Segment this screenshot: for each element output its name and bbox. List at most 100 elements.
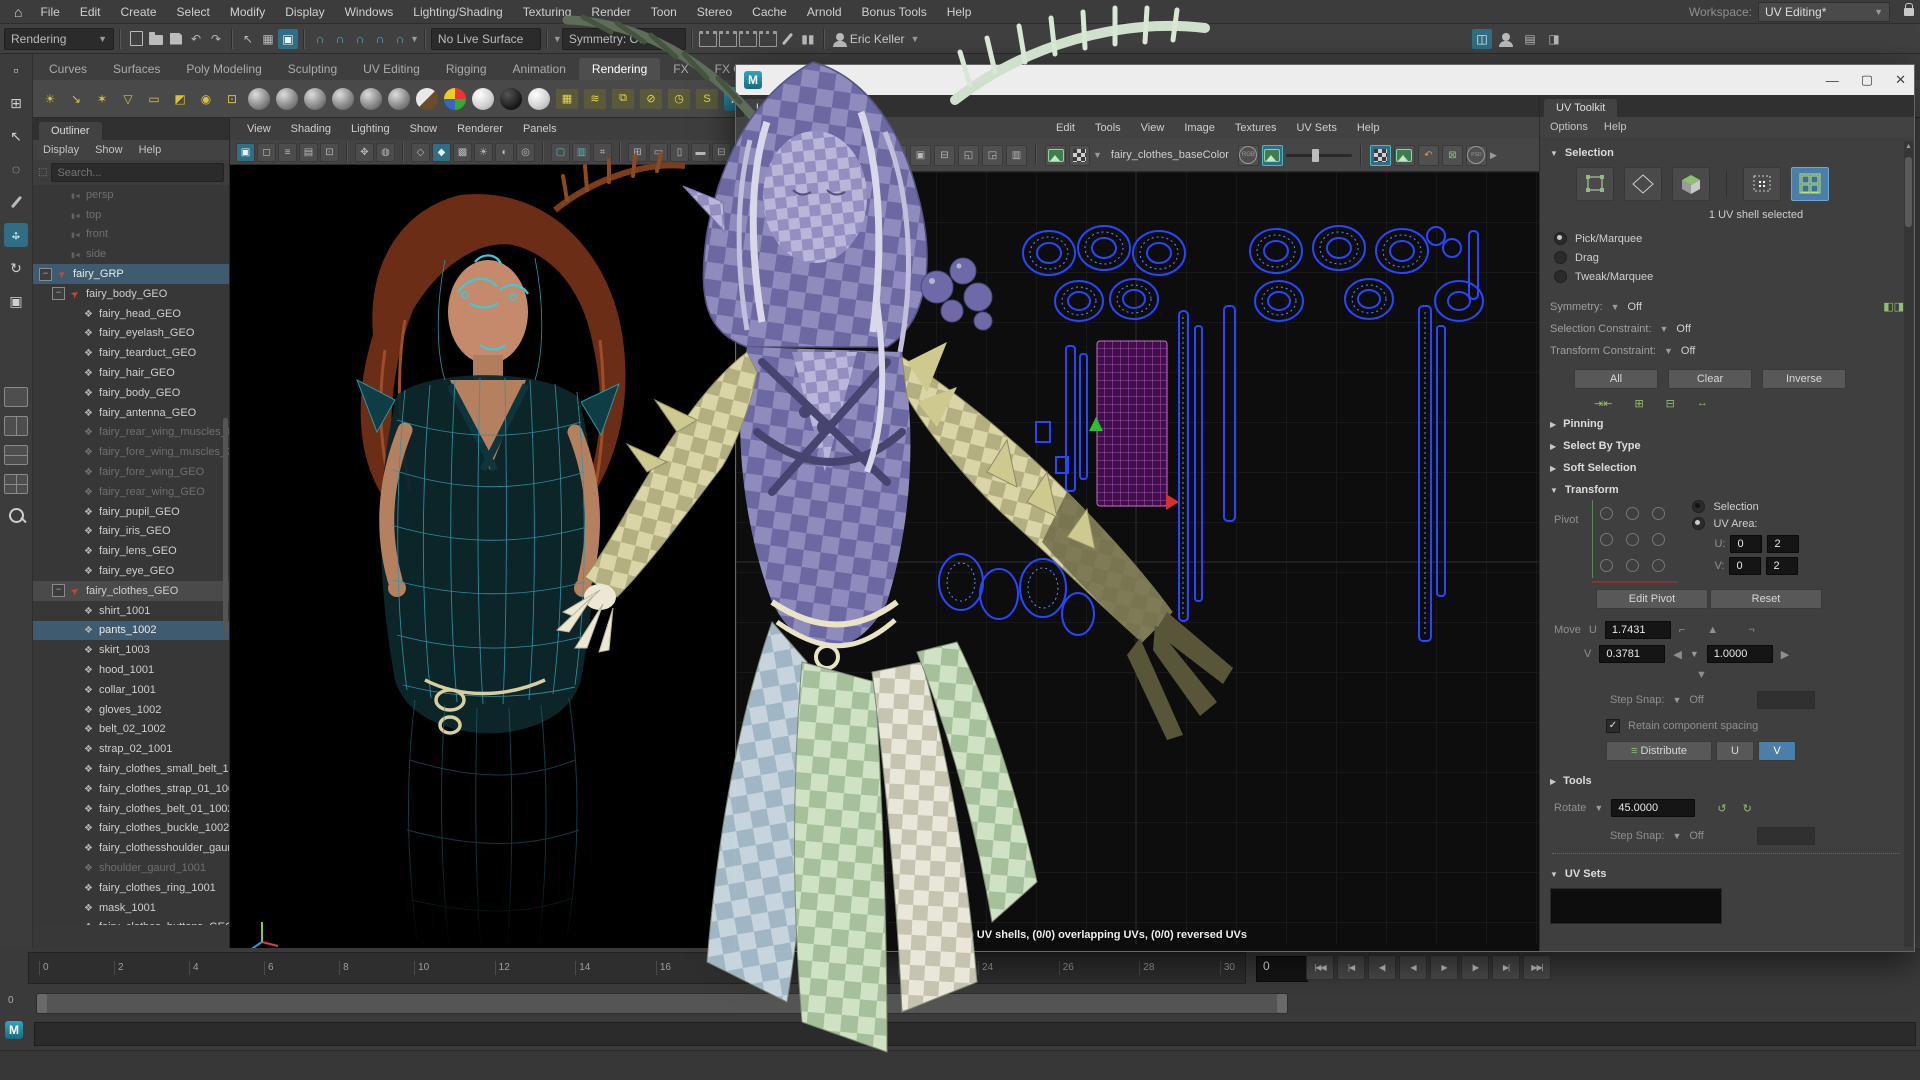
- undo-icon[interactable]: ↶: [186, 29, 206, 49]
- workspace-lock-icon[interactable]: [1904, 8, 1914, 16]
- pivot-selection-radio[interactable]: [1692, 500, 1705, 513]
- outliner-item[interactable]: − gloves_1002: [33, 700, 229, 720]
- shelf-tab[interactable]: Rigging: [433, 58, 500, 80]
- distribute-v-button[interactable]: V: [1758, 741, 1796, 761]
- standard-surface-shader-ball-icon[interactable]: [248, 88, 270, 110]
- move-down-arrow[interactable]: ▼: [1696, 669, 1707, 681]
- pause-icon[interactable]: ▮▮: [798, 29, 818, 49]
- uv-editor-menu-item[interactable]: UV Sets: [1286, 122, 1346, 134]
- uv-editor-menu-item[interactable]: Edit: [1046, 122, 1085, 134]
- marquee-mode-option[interactable]: Pick/Marquee: [1548, 229, 1904, 248]
- menu-item[interactable]: Display: [275, 5, 334, 19]
- uv-toolkit-menu-item[interactable]: Help: [1604, 121, 1627, 133]
- move-tool-icon[interactable]: ↔↕: [4, 223, 28, 247]
- workspace-selector[interactable]: Workspace: UV Editing*▼: [1689, 2, 1890, 22]
- save-scene-icon[interactable]: [166, 29, 186, 49]
- menu-item[interactable]: Help: [937, 5, 982, 19]
- select-shell-icon[interactable]: ⊟: [1666, 397, 1675, 410]
- spot-light-icon[interactable]: ▽: [118, 89, 138, 109]
- uv-editor-menu-item[interactable]: Help: [1347, 122, 1390, 134]
- uv-distortion-icon[interactable]: ◩: [838, 145, 859, 166]
- collapsed-section-header[interactable]: ▶ Pinning: [1548, 412, 1904, 434]
- render-settings-icon[interactable]: [738, 29, 758, 49]
- command-line-input[interactable]: [34, 1022, 1916, 1046]
- uv-editor-menu-item[interactable]: Image: [1174, 122, 1225, 134]
- isolate-uv-icon[interactable]: ▥: [1006, 145, 1027, 166]
- viewport-menu-item[interactable]: Renderer: [448, 123, 512, 135]
- update-psd-icon[interactable]: ↶: [1418, 145, 1439, 166]
- lasso-tool-icon[interactable]: ◌: [4, 157, 28, 181]
- outliner-item[interactable]: − fairy_fore_wing_GEO: [33, 462, 229, 482]
- shelf-tab[interactable]: Curves: [36, 58, 100, 80]
- outliner-item[interactable]: − shoulder_gaurd_1001: [33, 858, 229, 878]
- render-sequence-s-icon[interactable]: S: [696, 89, 718, 109]
- outliner-item[interactable]: − fairy_fore_wing_muscles_GE: [33, 442, 229, 462]
- outliner-item[interactable]: − front: [33, 225, 229, 245]
- symmetry-value[interactable]: Off: [1627, 301, 1875, 313]
- menu-item[interactable]: Bonus Tools: [852, 5, 937, 19]
- outliner-item[interactable]: − mask_1001: [33, 898, 229, 918]
- render-sequence-icon[interactable]: [758, 29, 778, 49]
- selection-section-header[interactable]: ▼ Selection: [1548, 141, 1904, 163]
- shrink-selection-icon[interactable]: ⇥⇤: [1594, 397, 1612, 410]
- step-back-key-icon[interactable]: |◀: [1337, 955, 1365, 980]
- retain-spacing-checkbox[interactable]: ✓: [1606, 719, 1620, 733]
- move-left-arrow[interactable]: ◀: [1673, 648, 1681, 661]
- checker-map-toggle-icon[interactable]: [1370, 145, 1391, 166]
- lambert-shader-ball-icon[interactable]: [276, 88, 298, 110]
- attribute-editor-toggle-icon[interactable]: ▤: [1520, 29, 1540, 49]
- transform-section-header[interactable]: ▼ Transform: [1548, 478, 1904, 500]
- chevron-down-icon[interactable]: ▼: [1690, 649, 1699, 659]
- open-scene-icon[interactable]: [146, 29, 166, 49]
- filter-icon[interactable]: ⬚: [38, 167, 47, 178]
- move-up-arrow[interactable]: ▲: [1707, 624, 1718, 636]
- account-name[interactable]: Eric Keller: [850, 32, 905, 46]
- frame-selected-icon[interactable]: ◲: [982, 145, 1003, 166]
- outliner-item[interactable]: − fairy_clothes_belt_01_1002: [33, 799, 229, 819]
- v-min-field[interactable]: 0: [1729, 557, 1761, 575]
- pencil-shader-ball-icon[interactable]: [416, 88, 438, 110]
- chevron-down-icon[interactable]: ▼: [1672, 831, 1681, 841]
- chevron-down-icon[interactable]: ▼: [1664, 346, 1673, 356]
- modeling-toolkit-toggle-icon[interactable]: ◫: [1472, 29, 1492, 49]
- step-forward-key-icon[interactable]: ▶|: [1492, 955, 1520, 980]
- outliner-item[interactable]: − fairy_eyelash_GEO: [33, 324, 229, 344]
- render-disable-icon[interactable]: ⊘: [640, 89, 662, 109]
- paint-select-tool-icon[interactable]: [4, 190, 28, 214]
- rotate-cw-icon[interactable]: ↻: [1743, 802, 1752, 815]
- u-min-field[interactable]: 0: [1730, 535, 1762, 553]
- chevron-down-icon[interactable]: ▼: [1594, 803, 1603, 813]
- pivot-uv-area-radio[interactable]: [1692, 517, 1705, 530]
- pivot-position-grid[interactable]: [1592, 500, 1678, 578]
- expander-icon[interactable]: −: [52, 287, 65, 300]
- move-v-field[interactable]: 0.3781: [1599, 645, 1665, 663]
- redo-icon[interactable]: ↷: [206, 29, 226, 49]
- expander-icon[interactable]: −: [39, 268, 52, 281]
- uv-sets-list[interactable]: [1550, 888, 1722, 924]
- checker-texture-icon[interactable]: [1069, 145, 1090, 166]
- outliner-menu-item[interactable]: Show: [95, 144, 123, 156]
- outliner-item[interactable]: − shirt_1001: [33, 601, 229, 621]
- uv-editor-menu-item[interactable]: Tools: [1085, 122, 1131, 134]
- outliner-item[interactable]: − side: [33, 244, 229, 264]
- select-hierarchy-icon[interactable]: ↖: [238, 29, 258, 49]
- scroll-up-icon[interactable]: ▲: [1904, 143, 1913, 150]
- shelf-tab[interactable]: Sculpting: [275, 58, 350, 80]
- area-light-icon[interactable]: ▭: [144, 89, 164, 109]
- reset-pivot-button[interactable]: Reset: [1710, 589, 1822, 609]
- outliner-item[interactable]: − fairy_hair_GEO: [33, 363, 229, 383]
- outliner-item[interactable]: − top: [33, 205, 229, 225]
- move-step-field[interactable]: 1.0000: [1707, 645, 1773, 663]
- ipr-render-icon[interactable]: [718, 29, 738, 49]
- step-forward-frame-icon[interactable]: |▶: [1461, 955, 1489, 980]
- image-dim-slider[interactable]: [1286, 154, 1352, 157]
- shelf-tab[interactable]: FX: [660, 58, 701, 80]
- rotate-ccw-icon[interactable]: ↺: [1717, 802, 1726, 815]
- menu-item[interactable]: Edit: [70, 5, 111, 19]
- uv-sets-section-header[interactable]: ▼ UV Sets: [1548, 862, 1904, 884]
- viewport-menu-item[interactable]: Lighting: [342, 123, 399, 135]
- toon-shader-ball-icon[interactable]: [388, 88, 410, 110]
- edge-mode-icon[interactable]: [1624, 167, 1662, 201]
- rotate-tool-icon[interactable]: ↻: [4, 256, 28, 280]
- outliner-item[interactable]: − fairy_clothes_buttons_GEO: [33, 917, 229, 925]
